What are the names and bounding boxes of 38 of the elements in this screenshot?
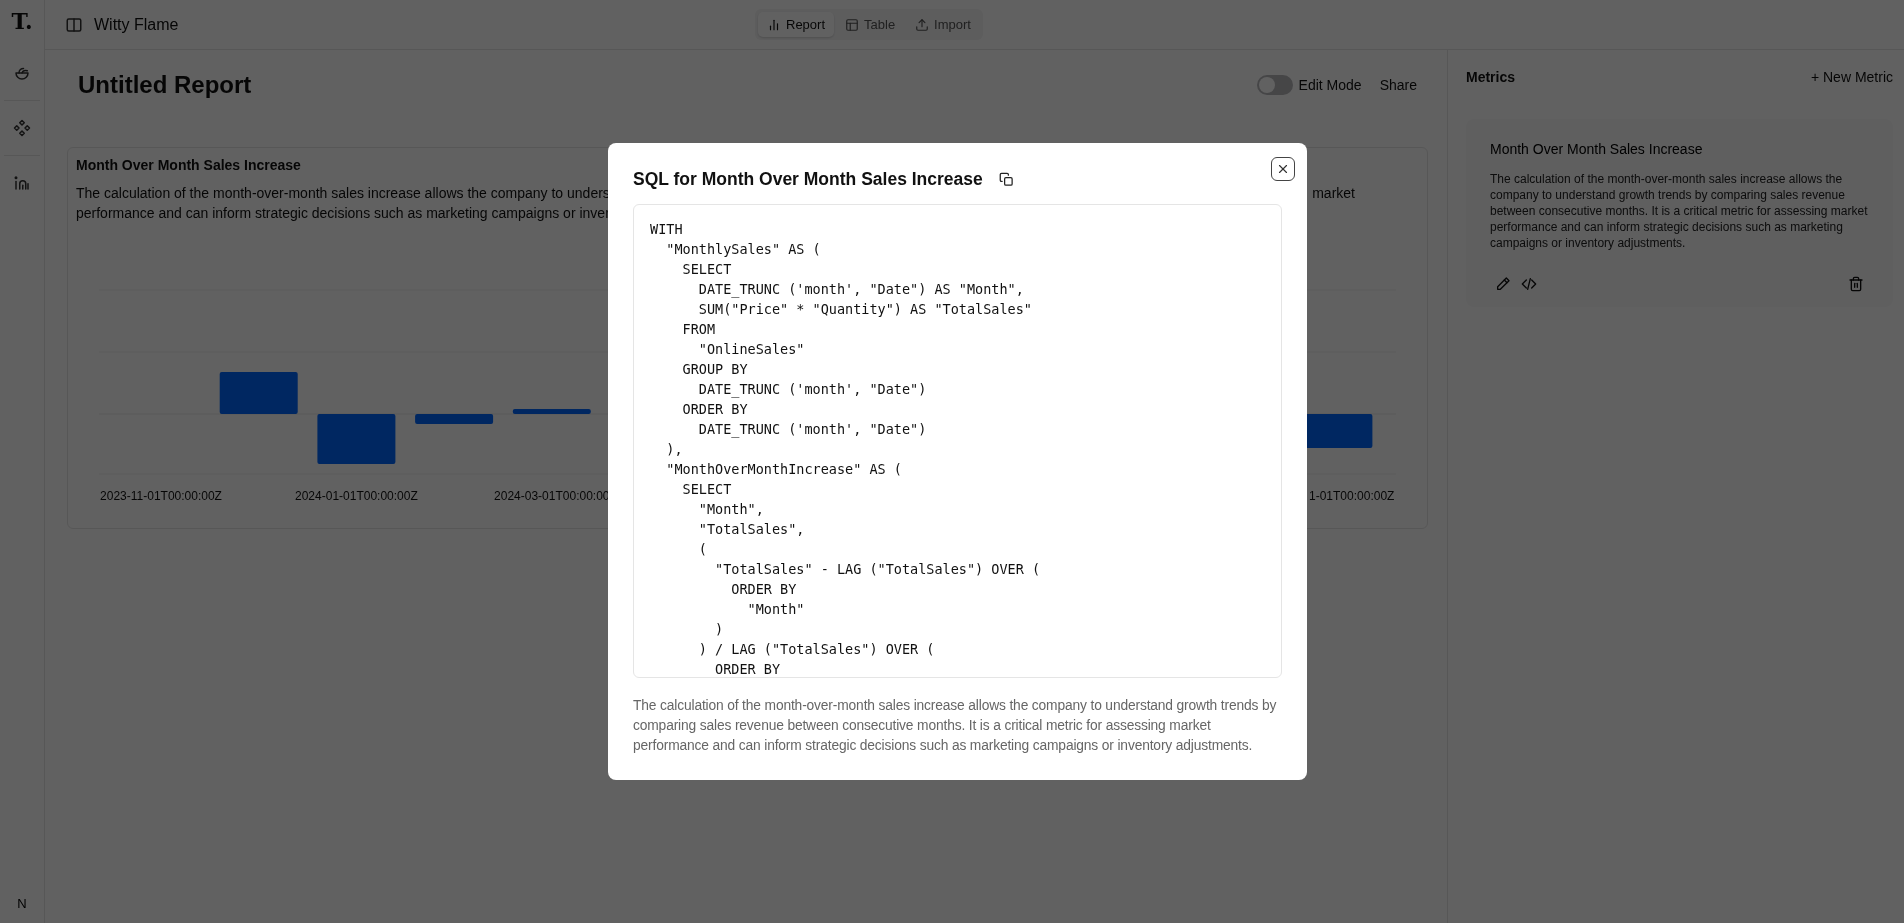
view-tab[interactable]: Report: [758, 12, 835, 37]
edit-mode-label: Edit Mode: [1298, 77, 1362, 93]
view-tab[interactable]: Import: [906, 12, 980, 37]
x-axis-label: 2024-01-01T00:00:00Z: [295, 489, 418, 503]
copy-icon: [998, 171, 1014, 187]
x-axis-label: 2023-11-01T00:00:00Z: [100, 489, 222, 503]
x-axis-label: 1-01T00:00:00Z: [1309, 489, 1395, 503]
bar-chart-icon: [767, 17, 781, 32]
sql-code-block: WITH "MonthlySales" AS ( SELECT DATE_TRUNC ('month', "Date") AS "Month", SUM("Price" * "Quantity") AS "TotalSales" FROM "OnlineSales" GROUP BY DATE_TRUNC ('month', "Date") ORDER BY DATE_TRUNC ('month', "Date") ), "MonthOverMonthIncrease" AS ( SELECT "Month", "TotalSales", ( "TotalSales" - LAG ("TotalSales") OVER ( ORDER BY "Month" ) ) / LAG ("TotalSales") OVER ( ORDER BY: [633, 204, 1282, 678]
edit-mode-toggle[interactable]: [1256, 75, 1293, 95]
stats-icon[interactable]: [13, 174, 31, 192]
sidebar-toggle-icon[interactable]: [65, 15, 83, 34]
metric-name: Month Over Month Sales Increase: [1490, 141, 1704, 157]
app-logo[interactable]: T.: [11, 8, 33, 42]
dialog-description: The calculation of the month-over-month sales increase allows the company to understand growth trends by comparing sales revenue between consecutive months. It is a critical metric for assessing market performance and can inform strategic decisions such as marketing campaigns or inventory adjustments.: [633, 697, 1278, 755]
table-icon: [845, 17, 860, 32]
view-tab[interactable]: Table: [836, 12, 905, 37]
copy-button[interactable]: [998, 171, 1014, 187]
report-title: Untitled Report: [78, 71, 253, 99]
panel-title: Metrics: [1466, 69, 1516, 85]
code-icon: [1521, 276, 1537, 292]
chart-description: performance and can inform strategic decisions such as marketing campaigns or inver: [76, 204, 610, 223]
close-icon: [1276, 162, 1290, 176]
share-button[interactable]: Share: [1379, 77, 1417, 93]
upload-icon: [915, 17, 930, 32]
project-name: Witty Flame: [94, 15, 179, 34]
new-metric-button[interactable]: + New Metric: [1810, 69, 1893, 85]
diamonds-icon[interactable]: [13, 119, 31, 137]
pencil-icon: [1495, 276, 1511, 292]
chart-title: Month Over Month Sales Increase: [76, 157, 301, 173]
chart-description: market: [1312, 184, 1355, 203]
trash-icon: [1848, 276, 1864, 292]
user-initial[interactable]: N: [17, 896, 27, 911]
x-axis-label: 2024-03-01T00:00:00: [494, 489, 610, 503]
metric-description: The calculation of the month-over-month sales increase allows the company to understand growth trends by comparing sales revenue between consecutive months. It is a critical metric for assessing market performance and can inform strategic decisions such as marketing campaigns or inventory adjustments.: [1490, 171, 1869, 251]
chart-description: The calculation of the month-over-month sales increase allows the company to unders: [76, 184, 610, 203]
close-button[interactable]: [1271, 157, 1295, 181]
dialog-title: SQL for Month Over Month Sales Increase: [633, 168, 983, 190]
